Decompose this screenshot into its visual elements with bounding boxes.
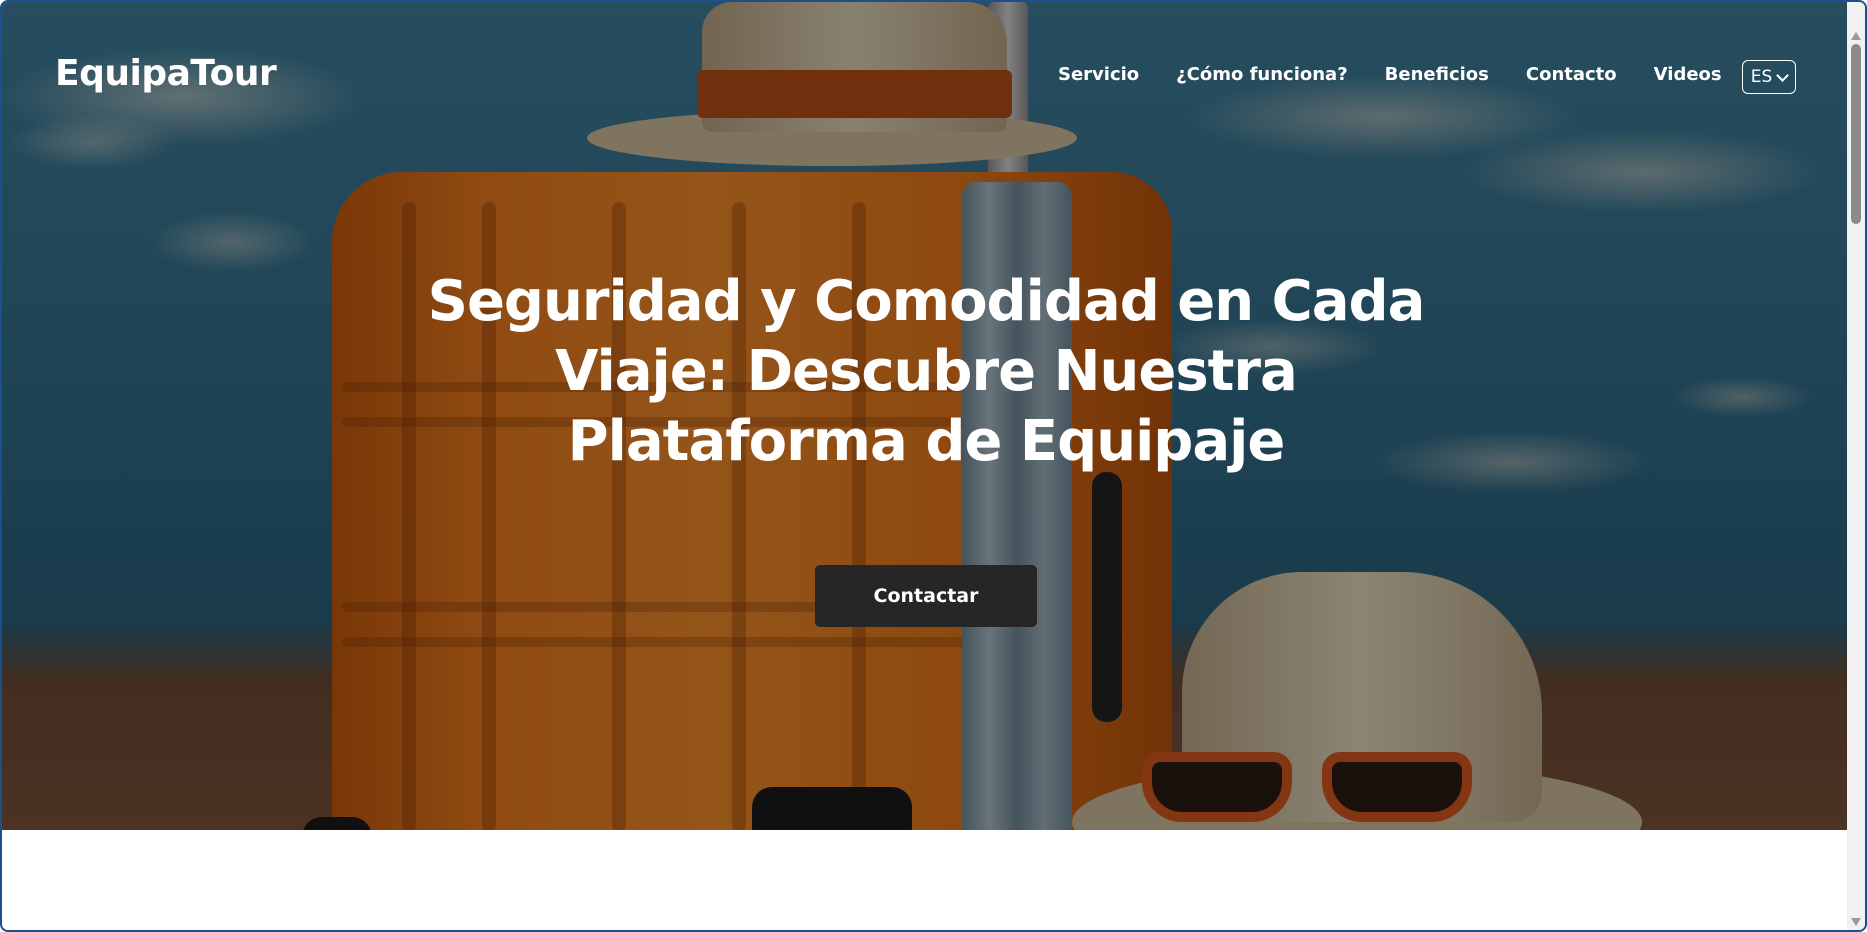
nav-link-beneficios[interactable]: Beneficios bbox=[1385, 64, 1489, 85]
language-select[interactable]: ES bbox=[1742, 60, 1796, 94]
scroll-down-arrow-icon[interactable] bbox=[1851, 918, 1861, 926]
chevron-down-icon bbox=[1776, 68, 1790, 82]
nav-link-servicio[interactable]: Servicio bbox=[1058, 64, 1139, 85]
nav-link-como-funciona[interactable]: ¿Cómo funciona? bbox=[1176, 64, 1347, 85]
scroll-up-arrow-icon[interactable] bbox=[1851, 32, 1861, 40]
nav-link-contacto[interactable]: Contacto bbox=[1526, 64, 1617, 85]
browser-viewport: EquipaTour Servicio ¿Cómo funciona? Bene… bbox=[0, 0, 1867, 932]
hero-section: EquipaTour Servicio ¿Cómo funciona? Bene… bbox=[2, 2, 1847, 830]
scrollbar-thumb[interactable] bbox=[1851, 44, 1861, 224]
top-navigation: EquipaTour Servicio ¿Cómo funciona? Bene… bbox=[2, 2, 1847, 152]
nav-link-videos[interactable]: Videos bbox=[1654, 64, 1722, 85]
language-selected-value: ES bbox=[1750, 67, 1773, 87]
hero-headline: Seguridad y Comodidad en Cada Viaje: Des… bbox=[427, 269, 1426, 474]
nav-menu: Servicio ¿Cómo funciona? Beneficios Cont… bbox=[1058, 64, 1759, 85]
vertical-scrollbar[interactable] bbox=[1847, 2, 1865, 930]
contact-button[interactable]: Contactar bbox=[815, 565, 1037, 627]
brand-logo[interactable]: EquipaTour bbox=[55, 53, 277, 94]
